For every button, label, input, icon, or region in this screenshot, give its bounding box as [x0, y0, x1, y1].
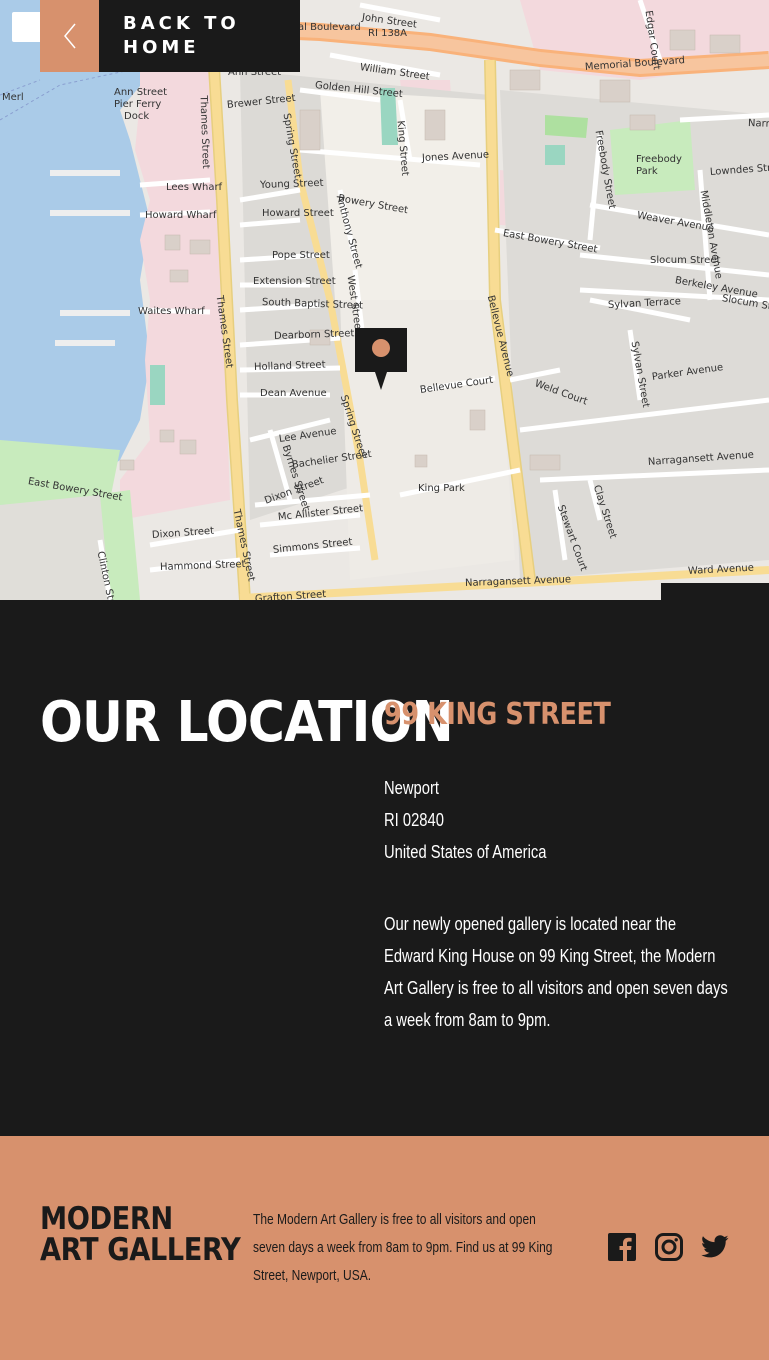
map-street-label: RI 138A [368, 28, 408, 39]
map-street-label: Waites Wharf [138, 306, 205, 317]
map-street-label: Ann Street [114, 87, 168, 98]
address-country: United States of America [384, 842, 547, 862]
map-street-label: King Park [418, 483, 465, 494]
map-street-label: Dock [124, 111, 150, 122]
twitter-icon[interactable] [701, 1235, 729, 1263]
map-street-label: Pier Ferry [114, 99, 162, 110]
back-to-home-label: BACK TO HOME [99, 0, 279, 72]
footer-logo-line1: MODERN [40, 1201, 173, 1237]
map-street-label: Extension Street [253, 276, 336, 287]
facebook-icon[interactable] [608, 1233, 636, 1261]
back-label-line1: BACK TO [123, 13, 240, 34]
map-street-label: Park [636, 166, 658, 177]
back-to-home-button[interactable]: BACK TO HOME [40, 0, 300, 72]
map-street-label: Howard Wharf [145, 210, 217, 221]
footer-logo[interactable]: MODERN ART GALLERY [40, 1201, 241, 1268]
map-street-label: Pope Street [272, 250, 330, 261]
map-street-label: Young Street [259, 177, 324, 191]
address-zip: RI 02840 [384, 810, 444, 830]
footer: MODERN ART GALLERY The Modern Art Galler… [0, 1136, 769, 1360]
location-map[interactable]: John Street RI 138A al Boulevard Memorial B… [0, 0, 769, 600]
address-block: Newport RI 02840 United States of Americ… [384, 772, 546, 868]
map-street-label: Merl [2, 92, 24, 103]
map-street-label: Freebody [636, 154, 682, 165]
address-city: Newport [384, 778, 439, 798]
chevron-left-icon [40, 0, 99, 72]
back-label-line2: HOME [123, 37, 200, 58]
map-street-label: Dean Avenue [260, 388, 327, 399]
map-street-label: al Boulevard [298, 22, 361, 33]
location-street: 99 KING STREET [384, 697, 611, 732]
map-zoom-control[interactable] [12, 12, 42, 42]
footer-text: The Modern Art Gallery is free to all vi… [253, 1211, 553, 1284]
instagram-icon[interactable] [655, 1233, 683, 1261]
map-attribution-area [661, 583, 769, 600]
footer-logo-line2: ART GALLERY [40, 1232, 241, 1268]
map-street-label: Howard Street [262, 208, 334, 219]
location-description: Our newly opened gallery is located near… [384, 914, 728, 1030]
map-street-label: Lees Wharf [166, 182, 223, 193]
